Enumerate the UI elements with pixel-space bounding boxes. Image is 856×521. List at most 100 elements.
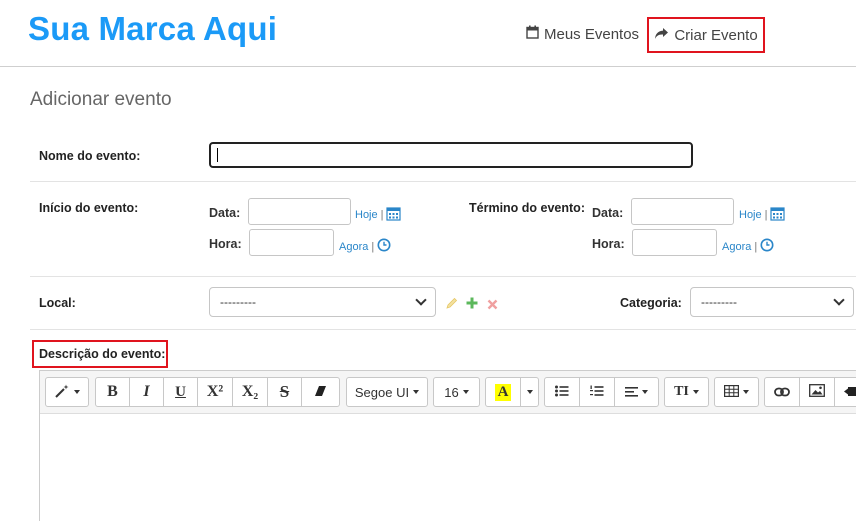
calendar-picker-icon[interactable]	[386, 206, 402, 224]
location-label: Local:	[39, 296, 76, 310]
brand-logo[interactable]: Sua Marca Aqui	[28, 10, 277, 48]
caret-down-icon	[743, 390, 749, 394]
unordered-list-button[interactable]	[544, 377, 580, 407]
clock-icon[interactable]	[377, 238, 391, 255]
now-link-label: Agora	[722, 240, 752, 253]
end-label: Término do evento:	[469, 201, 585, 215]
text-height-glyph: TI	[674, 384, 689, 399]
magic-wand-icon	[54, 384, 70, 401]
chevron-down-icon	[415, 294, 427, 306]
subscript-button[interactable]: X₂	[232, 377, 268, 407]
share-arrow-icon	[654, 27, 669, 44]
start-date-label: Data:	[209, 206, 241, 220]
text-color-glyph: A	[494, 383, 512, 401]
strikethrough-glyph: S	[279, 382, 290, 401]
color-dropdown-button[interactable]	[520, 377, 539, 407]
link-separator: |	[380, 209, 384, 221]
start-date-input[interactable]	[248, 198, 351, 225]
category-label: Categoria:	[620, 296, 682, 310]
event-name-input[interactable]	[209, 142, 693, 168]
line-height-dropdown[interactable]: TI	[664, 377, 709, 407]
now-link-label: Agora	[339, 240, 369, 253]
style-dropdown-button[interactable]	[45, 377, 89, 407]
caret-down-icon	[642, 390, 648, 394]
superscript-glyph: X²	[206, 383, 224, 400]
strikethrough-button[interactable]: S	[267, 377, 302, 407]
table-icon	[724, 384, 740, 400]
nav-my-events-label: Meus Eventos	[544, 25, 640, 43]
eraser-icon	[314, 385, 327, 400]
bold-glyph: B	[107, 383, 118, 400]
numbered-list-icon	[590, 385, 604, 400]
align-left-icon	[625, 385, 638, 400]
nav-create-event-label: Criar Evento	[674, 26, 758, 44]
paragraph-align-dropdown[interactable]	[614, 377, 659, 407]
calendar-icon	[526, 25, 539, 43]
today-link-label: Hoje	[739, 209, 762, 221]
start-now-link[interactable]: Agora |	[339, 238, 391, 255]
font-size-value: 16	[444, 384, 459, 400]
text-color-button[interactable]: A	[485, 377, 521, 407]
caret-down-icon	[413, 390, 420, 394]
caret-down-icon	[73, 390, 80, 394]
remove-icon[interactable]	[487, 297, 498, 315]
italic-button[interactable]: I	[129, 377, 164, 407]
description-label-text: Descrição do evento:	[39, 347, 166, 361]
insert-link-button[interactable]	[764, 377, 800, 407]
underline-button[interactable]: U	[163, 377, 198, 407]
chevron-down-icon	[833, 294, 845, 306]
row-divider	[30, 181, 856, 182]
clear-format-button[interactable]	[301, 377, 340, 407]
page-title: Adicionar evento	[30, 89, 172, 110]
video-icon	[844, 385, 856, 400]
start-label: Início do evento:	[39, 201, 139, 215]
link-separator: |	[764, 209, 768, 221]
caret-down-icon	[692, 390, 699, 394]
start-time-label: Hora:	[209, 237, 242, 251]
insert-image-button[interactable]	[799, 377, 835, 407]
bold-button[interactable]: B	[95, 377, 130, 407]
row-divider	[30, 276, 856, 277]
category-select-value: ---------	[701, 295, 737, 309]
font-size-dropdown[interactable]: 16	[433, 377, 480, 407]
link-separator: |	[754, 240, 758, 253]
ordered-list-button[interactable]	[579, 377, 615, 407]
editor-toolbar: B I U X² X₂ S Segoe UI 16 A TI	[40, 371, 856, 414]
today-link-label: Hoje	[355, 209, 378, 221]
caret-down-icon	[462, 390, 469, 394]
link-separator: |	[371, 240, 375, 253]
pencil-icon[interactable]	[446, 296, 458, 314]
font-family-value: Segoe UI	[354, 384, 410, 400]
caret-down-icon	[526, 390, 533, 394]
clock-icon[interactable]	[760, 238, 774, 255]
location-select-value: ---------	[220, 295, 256, 309]
nav-create-event[interactable]: Criar Evento	[647, 17, 765, 53]
event-name-label: Nome do evento:	[39, 149, 141, 163]
end-today-link[interactable]: Hoje |	[739, 206, 786, 224]
start-time-input[interactable]	[249, 229, 334, 256]
font-family-dropdown[interactable]: Segoe UI	[346, 377, 428, 407]
italic-glyph: I	[143, 383, 150, 400]
insert-video-button[interactable]	[834, 377, 856, 407]
nav-my-events[interactable]: Meus Eventos	[526, 25, 639, 43]
header-divider	[0, 66, 856, 67]
add-icon[interactable]	[466, 296, 478, 314]
row-divider	[30, 329, 856, 330]
calendar-picker-icon[interactable]	[770, 206, 786, 224]
text-caret	[217, 148, 218, 162]
end-time-label: Hora:	[592, 237, 625, 251]
end-date-input[interactable]	[631, 198, 734, 225]
underline-glyph: U	[175, 383, 186, 400]
superscript-button[interactable]: X²	[197, 377, 233, 407]
end-time-input[interactable]	[632, 229, 717, 256]
end-date-label: Data:	[592, 206, 624, 220]
bullet-list-icon	[555, 385, 569, 400]
subscript-glyph: X₂	[241, 383, 259, 400]
location-select[interactable]: ---------	[209, 287, 436, 317]
category-select[interactable]: ---------	[690, 287, 854, 317]
table-dropdown[interactable]	[714, 377, 759, 407]
start-today-link[interactable]: Hoje |	[355, 206, 402, 224]
end-now-link[interactable]: Agora |	[722, 238, 774, 255]
image-icon	[809, 384, 825, 400]
description-label: Descrição do evento:	[32, 340, 168, 368]
